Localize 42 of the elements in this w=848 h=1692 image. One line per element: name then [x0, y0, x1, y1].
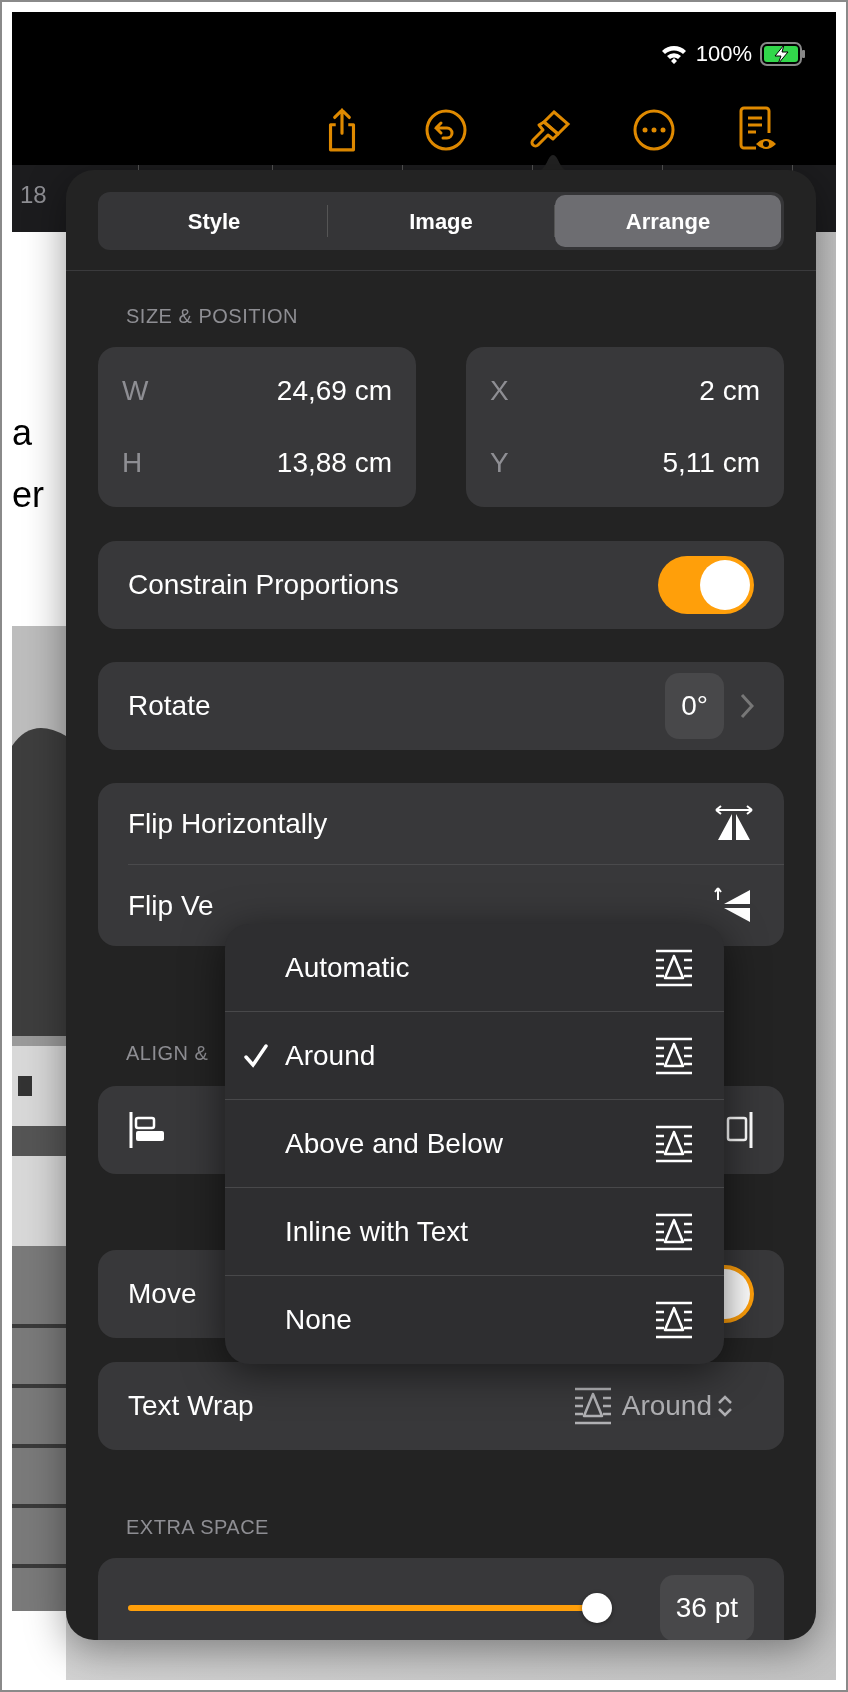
text-wrap-icon	[654, 1035, 694, 1076]
row-label: Move	[128, 1277, 197, 1311]
row-label: Constrain Proportions	[128, 568, 399, 602]
menu-item[interactable]: None	[225, 1276, 724, 1364]
segment-tab[interactable]: Arrange	[555, 195, 781, 247]
flip-button[interactable]: Flip Ve	[128, 884, 214, 927]
flip-button[interactable]: Flip Horizontally	[128, 802, 328, 845]
field-label: Y	[490, 446, 509, 480]
slider-thumb[interactable]	[581, 1593, 612, 1623]
segment-tab[interactable]: Style	[101, 195, 327, 247]
menu-item[interactable]: Inline with Text	[225, 1188, 724, 1276]
battery-icon	[760, 41, 806, 66]
section-header: EXTRA SPACE	[126, 1515, 269, 1540]
segment-tab[interactable]: Image	[328, 195, 554, 247]
ruler-number: 18	[20, 180, 47, 210]
rotation-field[interactable]: 0°	[665, 673, 724, 739]
value-field[interactable]: 2 cm	[699, 370, 760, 412]
value-field[interactable]: 5,11 cm	[662, 442, 760, 484]
value-field[interactable]: 36 pt	[659, 1575, 754, 1640]
value-field[interactable]: 24,69 cm	[276, 370, 392, 412]
section-header: SIZE & POSITION	[126, 304, 298, 329]
toggle-switch[interactable]	[658, 556, 754, 614]
chevron-icon	[740, 693, 754, 719]
document-text: a	[12, 411, 34, 455]
field-label: W	[122, 374, 149, 408]
text-wrap-icon	[654, 947, 694, 988]
document-text: er	[12, 473, 45, 517]
row-label: Rotate	[128, 689, 211, 723]
menu-item[interactable]: Automatic	[225, 924, 724, 1012]
battery-percentage: 100%	[695, 40, 752, 68]
text-wrap-icon	[654, 1123, 694, 1164]
updown-chevron-icon[interactable]	[716, 1393, 734, 1419]
section-header: ALIGN &	[126, 1041, 209, 1066]
menu-item[interactable]: Around	[225, 1012, 724, 1100]
field-label: X	[490, 374, 509, 408]
value-field[interactable]: 13,88 cm	[276, 442, 392, 484]
text-wrap-icon	[654, 1300, 694, 1340]
text-wrap-dropdown[interactable]: Around	[621, 1385, 712, 1427]
field-label: H	[122, 446, 143, 480]
menu-item[interactable]: Above and Below	[225, 1100, 724, 1188]
text-wrap-icon	[654, 1211, 694, 1252]
row-label: Text Wrap	[128, 1389, 254, 1423]
